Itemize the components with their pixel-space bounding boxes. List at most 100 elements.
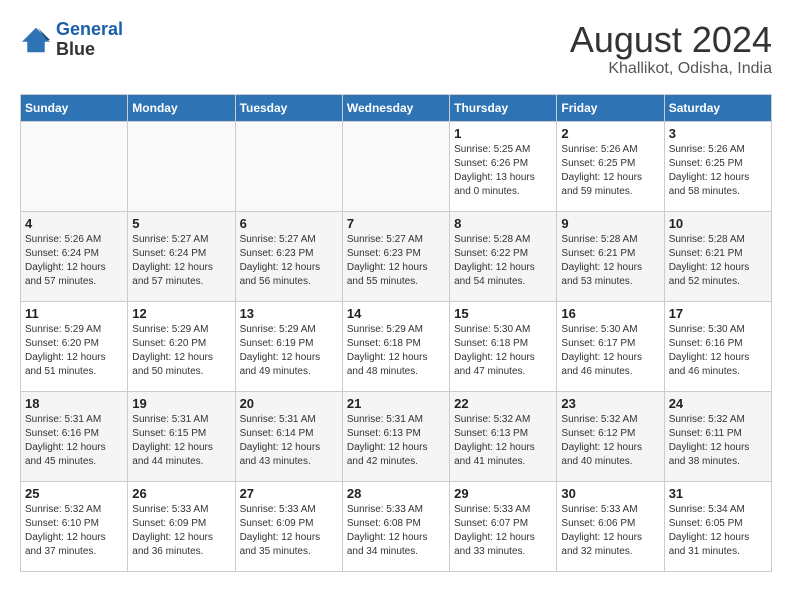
calendar-cell: 9 Sunrise: 5:28 AMSunset: 6:21 PMDaylight…	[557, 211, 664, 301]
calendar-cell: 30 Sunrise: 5:33 AMSunset: 6:06 PMDayligh…	[557, 481, 664, 571]
day-number: 23	[561, 396, 659, 411]
day-number: 9	[561, 216, 659, 231]
weekday-header: Saturday	[664, 94, 771, 121]
day-detail: Sunrise: 5:33 AMSunset: 6:09 PMDaylight:…	[240, 503, 338, 559]
weekday-header: Tuesday	[235, 94, 342, 121]
calendar-cell: 24Sunrise: 5:32 AMSunset: 6:11 PMDayligh…	[664, 391, 771, 481]
day-detail: Sunrise: 5:31 AMSunset: 6:14 PMDaylight:…	[240, 413, 338, 469]
day-detail: Sunrise: 5:30 AMSunset: 6:17 PMDaylight:…	[561, 323, 659, 379]
calendar-cell	[235, 121, 342, 211]
day-number: 13	[240, 306, 338, 321]
day-number: 26	[132, 486, 230, 501]
calendar-cell: 31 Sunrise: 5:34 AMSunset: 6:05 PMDayligh…	[664, 481, 771, 571]
location: Khallikot, Odisha, India	[570, 60, 772, 78]
day-detail: Sunrise: 5:34 AMSunset: 6:05 PMDaylight:…	[669, 503, 767, 559]
calendar-cell	[21, 121, 128, 211]
day-detail: Sunrise: 5:29 AMSunset: 6:20 PMDaylight:…	[132, 323, 230, 379]
day-number: 3	[669, 126, 767, 141]
calendar-cell: 19 Sunrise: 5:31 AMSunset: 6:15 PMDayligh…	[128, 391, 235, 481]
day-detail: Sunrise: 5:26 AMSunset: 6:25 PMDaylight:…	[561, 143, 659, 199]
calendar-cell: 13Sunrise: 5:29 AMSunset: 6:19 PMDayligh…	[235, 301, 342, 391]
calendar-cell: 14Sunrise: 5:29 AMSunset: 6:18 PMDayligh…	[342, 301, 449, 391]
calendar-cell: 12 Sunrise: 5:29 AMSunset: 6:20 PMDayligh…	[128, 301, 235, 391]
day-number: 27	[240, 486, 338, 501]
calendar-table: SundayMondayTuesdayWednesdayThursdayFrid…	[20, 94, 772, 572]
logo: General Blue	[20, 20, 123, 60]
calendar-cell: 26 Sunrise: 5:33 AMSunset: 6:09 PMDayligh…	[128, 481, 235, 571]
calendar-cell: 21 Sunrise: 5:31 AMSunset: 6:13 PMDayligh…	[342, 391, 449, 481]
day-detail: Sunrise: 5:33 AMSunset: 6:07 PMDaylight:…	[454, 503, 552, 559]
day-number: 20	[240, 396, 338, 411]
day-number: 4	[25, 216, 123, 231]
day-number: 11	[25, 306, 123, 321]
day-number: 18	[25, 396, 123, 411]
calendar-cell: 25 Sunrise: 5:32 AMSunset: 6:10 PMDayligh…	[21, 481, 128, 571]
day-detail: Sunrise: 5:27 AMSunset: 6:24 PMDaylight:…	[132, 233, 230, 289]
calendar-cell: 8Sunrise: 5:28 AMSunset: 6:22 PMDaylight…	[450, 211, 557, 301]
calendar-week-row: 18 Sunrise: 5:31 AMSunset: 6:16 PMDayligh…	[21, 391, 772, 481]
day-number: 30	[561, 486, 659, 501]
logo-text: General Blue	[56, 20, 123, 60]
logo-icon	[20, 26, 52, 54]
day-number: 2	[561, 126, 659, 141]
calendar-cell: 22 Sunrise: 5:32 AMSunset: 6:13 PMDayligh…	[450, 391, 557, 481]
calendar-cell	[342, 121, 449, 211]
weekday-header: Wednesday	[342, 94, 449, 121]
calendar-cell	[128, 121, 235, 211]
calendar-header-row: SundayMondayTuesdayWednesdayThursdayFrid…	[21, 94, 772, 121]
day-number: 17	[669, 306, 767, 321]
day-number: 7	[347, 216, 445, 231]
day-detail: Sunrise: 5:33 AMSunset: 6:09 PMDaylight:…	[132, 503, 230, 559]
day-detail: Sunrise: 5:32 AMSunset: 6:13 PMDaylight:…	[454, 413, 552, 469]
day-detail: Sunrise: 5:25 AMSunset: 6:26 PMDaylight:…	[454, 143, 552, 199]
day-number: 8	[454, 216, 552, 231]
day-number: 28	[347, 486, 445, 501]
month-title: August 2024	[570, 20, 772, 60]
day-number: 21	[347, 396, 445, 411]
logo-line1: General	[56, 19, 123, 39]
day-number: 12	[132, 306, 230, 321]
calendar-cell: 28 Sunrise: 5:33 AMSunset: 6:08 PMDayligh…	[342, 481, 449, 571]
calendar-cell: 18 Sunrise: 5:31 AMSunset: 6:16 PMDayligh…	[21, 391, 128, 481]
day-detail: Sunrise: 5:26 AMSunset: 6:24 PMDaylight:…	[25, 233, 123, 289]
calendar-cell: 2 Sunrise: 5:26 AMSunset: 6:25 PMDaylight…	[557, 121, 664, 211]
weekday-header: Monday	[128, 94, 235, 121]
day-detail: Sunrise: 5:27 AMSunset: 6:23 PMDaylight:…	[240, 233, 338, 289]
day-number: 24	[669, 396, 767, 411]
calendar-cell: 29 Sunrise: 5:33 AMSunset: 6:07 PMDayligh…	[450, 481, 557, 571]
day-number: 5	[132, 216, 230, 231]
day-detail: Sunrise: 5:28 AMSunset: 6:21 PMDaylight:…	[561, 233, 659, 289]
calendar-cell: 23Sunrise: 5:32 AMSunset: 6:12 PMDayligh…	[557, 391, 664, 481]
day-number: 25	[25, 486, 123, 501]
day-detail: Sunrise: 5:30 AMSunset: 6:18 PMDaylight:…	[454, 323, 552, 379]
day-number: 22	[454, 396, 552, 411]
day-detail: Sunrise: 5:29 AMSunset: 6:18 PMDaylight:…	[347, 323, 445, 379]
day-detail: Sunrise: 5:33 AMSunset: 6:06 PMDaylight:…	[561, 503, 659, 559]
title-block: August 2024 Khallikot, Odisha, India	[570, 20, 772, 78]
day-number: 10	[669, 216, 767, 231]
calendar-cell: 5 Sunrise: 5:27 AMSunset: 6:24 PMDaylight…	[128, 211, 235, 301]
day-detail: Sunrise: 5:33 AMSunset: 6:08 PMDaylight:…	[347, 503, 445, 559]
day-detail: Sunrise: 5:31 AMSunset: 6:13 PMDaylight:…	[347, 413, 445, 469]
weekday-header: Friday	[557, 94, 664, 121]
calendar-cell: 7 Sunrise: 5:27 AMSunset: 6:23 PMDaylight…	[342, 211, 449, 301]
day-detail: Sunrise: 5:26 AMSunset: 6:25 PMDaylight:…	[669, 143, 767, 199]
day-detail: Sunrise: 5:31 AMSunset: 6:15 PMDaylight:…	[132, 413, 230, 469]
day-number: 29	[454, 486, 552, 501]
calendar-cell: 3 Sunrise: 5:26 AMSunset: 6:25 PMDaylight…	[664, 121, 771, 211]
calendar-cell: 4 Sunrise: 5:26 AMSunset: 6:24 PMDaylight…	[21, 211, 128, 301]
calendar-week-row: 1Sunrise: 5:25 AMSunset: 6:26 PMDaylight…	[21, 121, 772, 211]
calendar-week-row: 4 Sunrise: 5:26 AMSunset: 6:24 PMDaylight…	[21, 211, 772, 301]
weekday-header: Sunday	[21, 94, 128, 121]
day-detail: Sunrise: 5:32 AMSunset: 6:10 PMDaylight:…	[25, 503, 123, 559]
calendar-cell: 11Sunrise: 5:29 AMSunset: 6:20 PMDayligh…	[21, 301, 128, 391]
day-detail: Sunrise: 5:31 AMSunset: 6:16 PMDaylight:…	[25, 413, 123, 469]
day-number: 19	[132, 396, 230, 411]
day-number: 15	[454, 306, 552, 321]
day-number: 31	[669, 486, 767, 501]
day-number: 6	[240, 216, 338, 231]
day-detail: Sunrise: 5:27 AMSunset: 6:23 PMDaylight:…	[347, 233, 445, 289]
calendar-cell: 27 Sunrise: 5:33 AMSunset: 6:09 PMDayligh…	[235, 481, 342, 571]
logo-line2: Blue	[56, 40, 123, 60]
calendar-cell: 6 Sunrise: 5:27 AMSunset: 6:23 PMDaylight…	[235, 211, 342, 301]
